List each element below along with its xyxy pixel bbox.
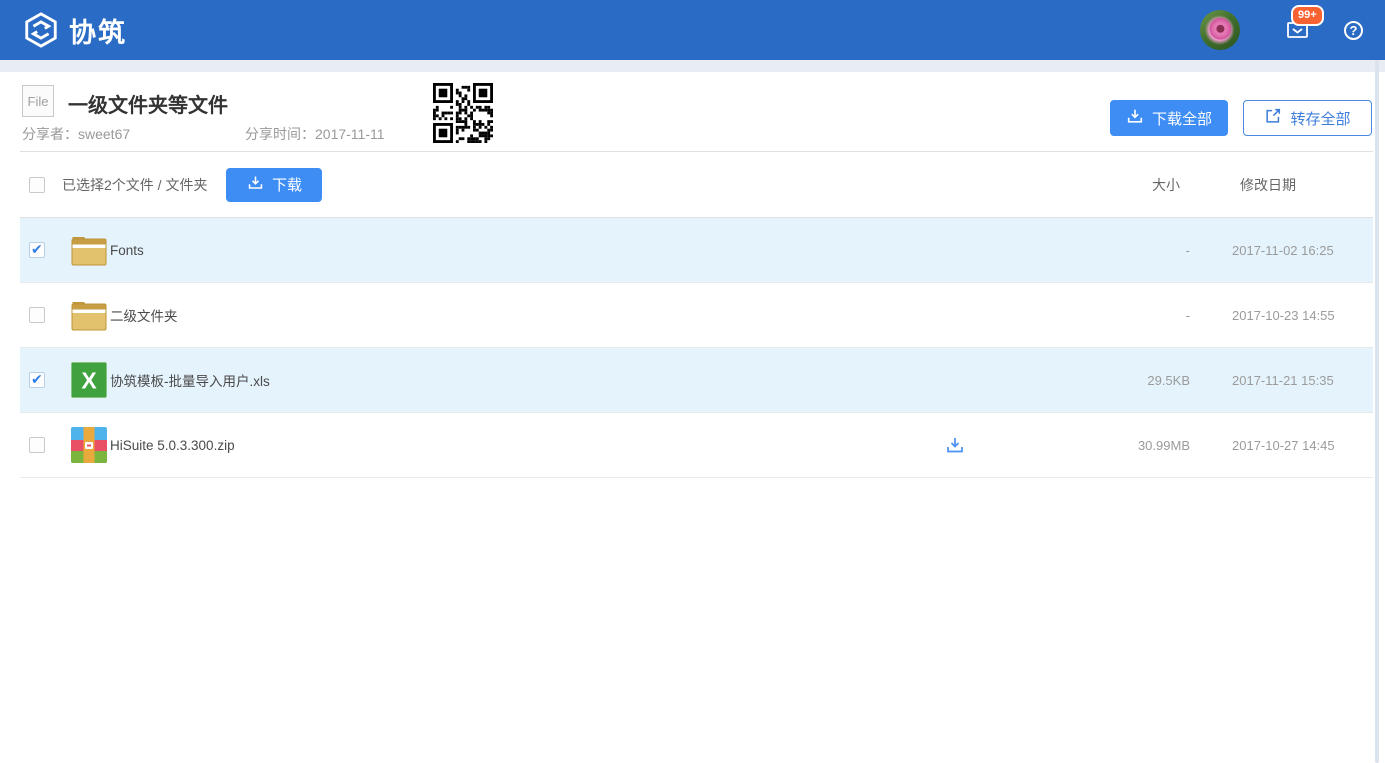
hexagon-logo-icon	[22, 11, 60, 49]
help-button[interactable]: ?	[1344, 21, 1363, 40]
file-name: HiSuite 5.0.3.300.zip	[110, 438, 1075, 453]
file-modified-date: 2017-10-27 14:45	[1232, 438, 1336, 453]
file-type-badge: File	[22, 85, 54, 117]
file-name: 二级文件夹	[110, 305, 1075, 325]
download-all-label: 下载全部	[1152, 108, 1212, 129]
list-toolbar: 已选择2个文件 / 文件夹 下载 大小 修改日期	[20, 152, 1373, 218]
table-row[interactable]: 二级文件夹 - 2017-10-23 14:55	[20, 283, 1373, 348]
folder-icon	[71, 232, 107, 268]
excel-icon: X	[71, 362, 107, 398]
select-all-checkbox[interactable]	[29, 177, 45, 193]
download-tray-icon	[1126, 107, 1144, 129]
row-checkbox[interactable]	[29, 437, 45, 453]
file-size: 30.99MB	[1075, 438, 1190, 453]
sharer-label: 分享者：	[22, 126, 78, 142]
column-header-size: 大小	[1152, 152, 1180, 217]
download-selected-button[interactable]: 下载	[226, 168, 322, 202]
file-list-area: 已选择2个文件 / 文件夹 下载 大小 修改日期 Fonts - 2017-11…	[20, 152, 1373, 478]
top-bar: 协筑 99+ ?	[0, 0, 1385, 60]
file-modified-date: 2017-11-21 15:35	[1232, 373, 1336, 388]
question-icon: ?	[1350, 23, 1358, 38]
table-row[interactable]: Fonts - 2017-11-02 16:25	[20, 218, 1373, 283]
selection-count-text: 已选择2个文件 / 文件夹	[62, 175, 207, 195]
table-row[interactable]: HiSuite 5.0.3.300.zip 30.99MB 2017-10-27…	[20, 413, 1373, 478]
zip-icon	[71, 427, 107, 463]
table-row[interactable]: X 协筑模板-批量导入用户.xls 29.5KB 2017-11-21 15:3…	[20, 348, 1373, 413]
download-all-button[interactable]: 下载全部	[1110, 100, 1228, 136]
user-avatar[interactable]	[1200, 10, 1240, 50]
app-name: 协筑	[69, 11, 127, 50]
message-count-badge: 99+	[1291, 5, 1324, 26]
row-checkbox[interactable]	[29, 372, 45, 388]
qr-code	[433, 83, 493, 143]
svg-text:X: X	[81, 368, 97, 394]
folder-icon	[71, 297, 107, 333]
sharer-name: sweet67	[78, 126, 130, 142]
row-checkbox[interactable]	[29, 242, 45, 258]
share-header: File 一级文件夹等文件 分享者：sweet67 分享时间：2017-11-1…	[20, 72, 1373, 152]
file-size: -	[1075, 308, 1190, 323]
file-name: Fonts	[110, 243, 1075, 258]
row-download-icon[interactable]	[945, 435, 965, 455]
column-header-modified: 修改日期	[1240, 152, 1296, 217]
download-tray-icon	[247, 174, 264, 195]
messages-button[interactable]: 99+	[1286, 17, 1312, 43]
file-name: 协筑模板-批量导入用户.xls	[110, 370, 1075, 390]
header-divider-band	[0, 60, 1385, 72]
row-checkbox[interactable]	[29, 307, 45, 323]
scrollbar[interactable]	[1375, 60, 1379, 763]
share-time-label: 分享时间：	[245, 126, 315, 142]
message-icon	[1286, 28, 1310, 45]
file-modified-date: 2017-11-02 16:25	[1232, 243, 1336, 258]
file-size: 29.5KB	[1075, 373, 1190, 388]
download-selected-label: 下载	[272, 174, 302, 195]
file-list: Fonts - 2017-11-02 16:25 二级文件夹 - 2017-10…	[20, 218, 1373, 478]
share-time: 2017-11-11	[315, 126, 385, 142]
save-all-label: 转存全部	[1290, 108, 1350, 129]
save-all-button[interactable]: 转存全部	[1243, 100, 1372, 136]
export-arrow-icon	[1264, 107, 1282, 129]
page-title: 一级文件夹等文件	[68, 89, 228, 118]
app-logo[interactable]: 协筑	[22, 11, 127, 50]
share-meta: 分享者：sweet67 分享时间：2017-11-11	[22, 124, 130, 144]
file-modified-date: 2017-10-23 14:55	[1232, 308, 1336, 323]
file-size: -	[1075, 243, 1190, 258]
